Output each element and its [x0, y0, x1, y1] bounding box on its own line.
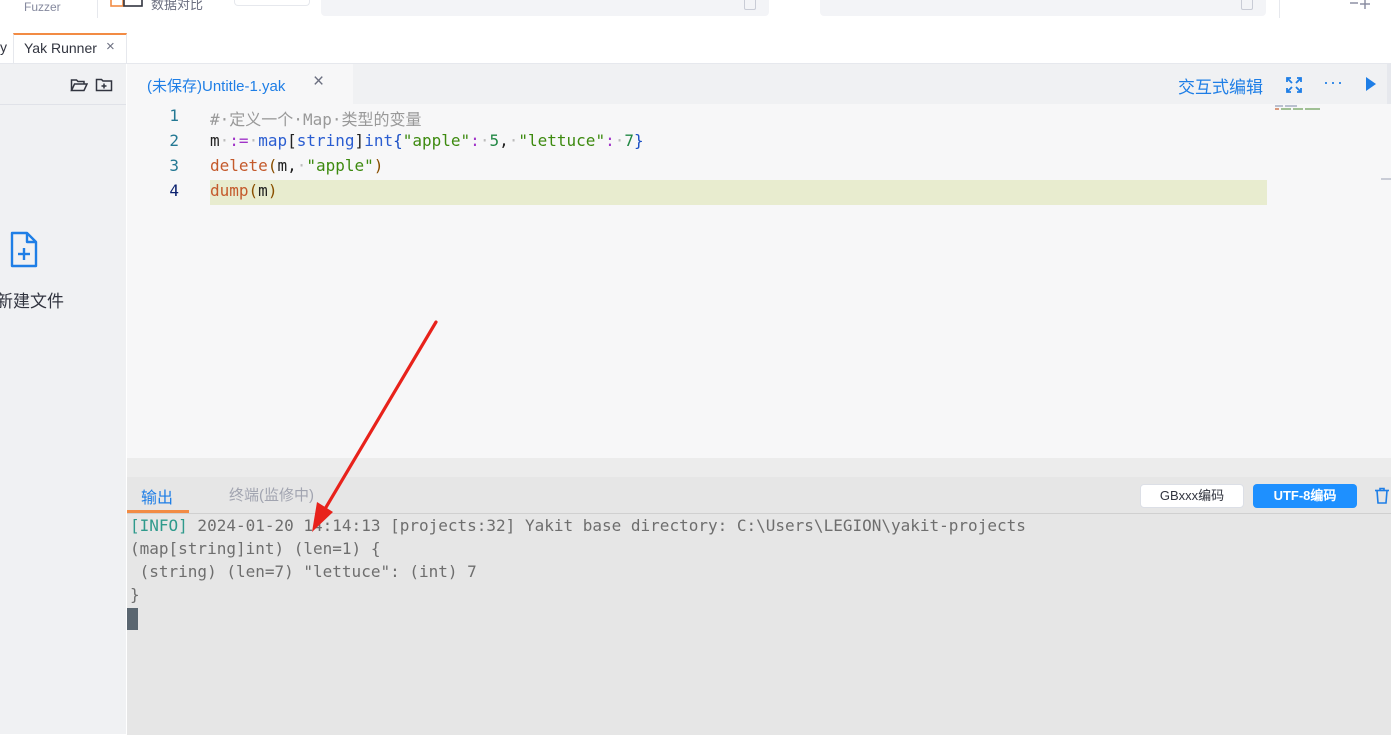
interactive-edit-button[interactable]: 交互式编辑: [1178, 73, 1263, 98]
close-icon[interactable]: ×: [106, 38, 115, 55]
run-icon[interactable]: [1365, 76, 1377, 92]
log-line: [INFO] 2024-01-20 14:14:13 [projects:32]…: [130, 516, 1026, 535]
trash-icon[interactable]: [1374, 487, 1390, 504]
top-select[interactable]: [234, 0, 310, 6]
page-tabs-bar: [0, 33, 1391, 64]
tab-output[interactable]: 输出: [141, 484, 173, 508]
editor-file-tab[interactable]: (未保存)Untitle-1.yak ×: [127, 64, 353, 104]
code-line[interactable]: m·:=·map[string]int{"apple":·5,·"lettuce…: [210, 131, 644, 150]
file-tree-panel: [0, 64, 126, 734]
editor-tab-label: (未保存)Untitle-1.yak: [147, 78, 286, 95]
top-input-left[interactable]: [321, 0, 769, 16]
code-line[interactable]: delete(m,·"apple"): [210, 156, 383, 175]
copy-icon[interactable]: [1241, 0, 1253, 10]
terminal-cursor: [127, 608, 138, 630]
new-file-icon[interactable]: [9, 231, 39, 269]
tab-label: Yak Runner: [24, 40, 97, 56]
new-folder-icon[interactable]: [95, 77, 113, 93]
more-icon[interactable]: ···: [1323, 72, 1344, 93]
log-line: }: [130, 585, 140, 604]
tab-yak-runner[interactable]: Yak Runner ×: [13, 33, 127, 63]
line-number-active: 4: [169, 181, 179, 200]
new-file-label[interactable]: 新建文件: [0, 287, 64, 312]
log-line: (map[string]int) (len=1) {: [130, 539, 381, 558]
line-number: 1: [169, 106, 179, 125]
info-tag: [INFO]: [130, 516, 188, 535]
minimap[interactable]: [1275, 105, 1321, 111]
scrollbar-marker: [1381, 178, 1391, 180]
annotation-arrow: [312, 320, 438, 532]
gbk-encoding-button[interactable]: GBxxx编码: [1140, 484, 1244, 508]
toolbar-divider: [1279, 0, 1280, 18]
copy-icon[interactable]: [744, 0, 756, 10]
tab-previous-fragment[interactable]: y: [0, 39, 7, 55]
line-number: 3: [169, 156, 179, 175]
compare-icon[interactable]: [110, 0, 144, 8]
tab-bar-edge: [1387, 64, 1391, 104]
top-input-right[interactable]: [820, 0, 1266, 16]
utf8-encoding-button[interactable]: UTF-8编码: [1253, 484, 1357, 508]
log-line: (string) (len=7) "lettuce": (int) 7: [130, 562, 477, 581]
open-folder-icon[interactable]: [70, 77, 88, 93]
code-line[interactable]: dump(m): [210, 181, 277, 200]
toolbar-divider: [97, 0, 98, 18]
line-number: 2: [169, 131, 179, 150]
code-line[interactable]: #·定义一个·Map·类型的变量: [210, 106, 422, 130]
current-line-highlight: [210, 180, 1267, 205]
compare-menu-label[interactable]: 数据对比: [151, 0, 203, 13]
fullscreen-icon[interactable]: [1286, 77, 1302, 93]
close-icon[interactable]: ×: [313, 71, 324, 93]
fuzzer-menu-label[interactable]: Fuzzer: [24, 0, 61, 14]
window-action-icon[interactable]: [1348, 0, 1374, 10]
